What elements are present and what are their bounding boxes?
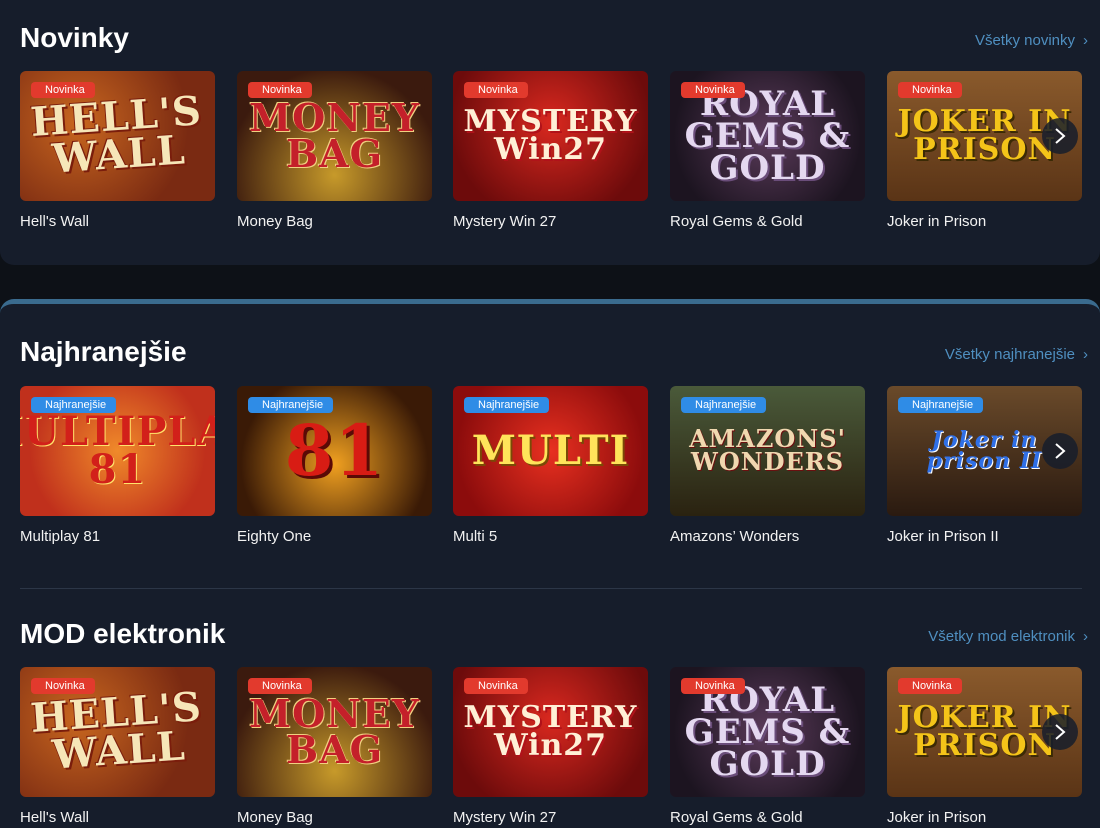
game-card-eighty-one[interactable]: 81 Najhranejšie Eighty One: [237, 386, 432, 545]
see-all-mod-elektronik-link[interactable]: Všetky mod elektronik ›: [928, 628, 1088, 645]
popular-badge: Najhranejšie: [248, 397, 334, 413]
new-badge: Novinka: [681, 82, 745, 98]
section-najhranejsie: Najhranejšie Všetky najhranejšie › MULTI…: [20, 336, 1088, 551]
game-card-hells-wall[interactable]: HELL'S WALL Novinka Hell's Wall: [20, 667, 215, 826]
game-card-mystery-win-27[interactable]: MYSTERY Win27 Novinka Mystery Win 27: [453, 667, 648, 826]
game-thumbnail[interactable]: ROYAL GEMS & GOLD Novinka: [670, 667, 865, 797]
game-thumbnail[interactable]: MULTI Najhranejšie: [453, 386, 648, 516]
game-logo-art: MYSTERY Win27: [463, 103, 638, 167]
new-badge: Novinka: [248, 678, 312, 694]
game-thumbnail[interactable]: MULTIPLAY 81 Najhranejšie: [20, 386, 215, 516]
see-all-label: Všetky novinky: [974, 32, 1075, 49]
section-divider: [20, 588, 1082, 589]
popular-badge: Najhranejšie: [31, 397, 117, 413]
game-logo-art: ROYAL GEMS & GOLD: [684, 83, 851, 189]
carousel-next-button[interactable]: [1042, 118, 1078, 154]
game-title[interactable]: Joker in Prison: [887, 809, 986, 826]
game-title[interactable]: Mystery Win 27: [453, 809, 556, 826]
see-all-label: Všetky najhranejšie: [944, 346, 1075, 363]
new-badge: Novinka: [898, 82, 962, 98]
game-title[interactable]: Mystery Win 27: [453, 213, 556, 230]
popular-badge: Najhranejšie: [464, 397, 550, 413]
game-carousel: MULTIPLAY 81 Najhranejšie Multiplay 81 8…: [20, 386, 1082, 545]
game-logo-art: MONEY BAG: [249, 94, 420, 176]
game-card-royal-gems-gold[interactable]: ROYAL GEMS & GOLD Novinka Royal Gems & G…: [670, 667, 865, 826]
game-logo-art: AMAZONS' WONDERS: [689, 424, 846, 476]
new-badge: Novinka: [681, 678, 745, 694]
game-title[interactable]: Multiplay 81: [20, 528, 100, 545]
section-title: Najhranejšie: [20, 336, 187, 367]
game-title[interactable]: Amazons’ Wonders: [670, 528, 799, 545]
chevron-right-icon: ›: [1083, 628, 1088, 645]
game-logo-art: MULTI: [471, 427, 630, 474]
chevron-right-icon: ›: [1083, 32, 1088, 49]
game-title[interactable]: Hell's Wall: [20, 213, 89, 230]
popular-badge: Najhranejšie: [681, 397, 767, 413]
game-title[interactable]: Money Bag: [237, 213, 313, 230]
game-card-royal-gems-gold[interactable]: ROYAL GEMS & GOLD Novinka Royal Gems & G…: [670, 71, 865, 230]
game-title[interactable]: Joker in Prison: [887, 213, 986, 230]
game-logo-art: 81: [284, 408, 385, 492]
carousel-next-button[interactable]: [1042, 433, 1078, 469]
section-novinky: Novinky Všetky novinky › HELL'S WALL Nov…: [20, 22, 1088, 237]
game-carousel: HELL'S WALL Novinka Hell's Wall MONEY BA…: [20, 71, 1082, 230]
game-thumbnail[interactable]: HELL'S WALL Novinka: [20, 667, 215, 797]
new-badge: Novinka: [464, 678, 528, 694]
popular-badge: Najhranejšie: [898, 397, 984, 413]
game-carousel: HELL'S WALL Novinka Hell's Wall MONEY BA…: [20, 667, 1082, 826]
new-badge: Novinka: [31, 82, 95, 98]
game-card-hells-wall[interactable]: HELL'S WALL Novinka Hell's Wall: [20, 71, 215, 230]
chevron-right-icon: [1055, 443, 1066, 459]
game-card-money-bag[interactable]: MONEY BAG Novinka Money Bag: [237, 667, 432, 826]
game-thumbnail[interactable]: MYSTERY Win27 Novinka: [453, 667, 648, 797]
game-logo-art: HELL'S WALL: [28, 683, 204, 779]
chevron-right-icon: [1055, 128, 1066, 144]
new-badge: Novinka: [898, 678, 962, 694]
game-title[interactable]: Hell's Wall: [20, 809, 89, 826]
see-all-label: Všetky mod elektronik: [928, 628, 1075, 645]
game-logo-art: ROYAL GEMS & GOLD: [684, 679, 851, 785]
game-logo-art: HELL'S WALL: [28, 87, 204, 183]
game-title[interactable]: Royal Gems & Gold: [670, 213, 803, 230]
game-thumbnail[interactable]: 81 Najhranejšie: [237, 386, 432, 516]
see-all-novinky-link[interactable]: Všetky novinky ›: [975, 32, 1088, 49]
game-card-mystery-win-27[interactable]: MYSTERY Win27 Novinka Mystery Win 27: [453, 71, 648, 230]
game-title[interactable]: Joker in Prison II: [887, 528, 999, 545]
game-thumbnail[interactable]: AMAZONS' WONDERS Najhranejšie: [670, 386, 865, 516]
game-card-multiplay-81[interactable]: MULTIPLAY 81 Najhranejšie Multiplay 81: [20, 386, 215, 545]
game-card-multi-5[interactable]: MULTI Najhranejšie Multi 5: [453, 386, 648, 545]
game-logo-art: MONEY BAG: [249, 690, 420, 772]
game-thumbnail[interactable]: MONEY BAG Novinka: [237, 71, 432, 201]
game-thumbnail[interactable]: MONEY BAG Novinka: [237, 667, 432, 797]
game-logo-art: MYSTERY Win27: [463, 699, 638, 763]
chevron-right-icon: ›: [1083, 346, 1088, 363]
game-title[interactable]: Multi 5: [453, 528, 497, 545]
section-title: Novinky: [20, 22, 129, 53]
game-title[interactable]: Eighty One: [237, 528, 311, 545]
game-card-amazons-wonders[interactable]: AMAZONS' WONDERS Najhranejšie Amazons’ W…: [670, 386, 865, 545]
new-badge: Novinka: [464, 82, 528, 98]
section-title: MOD elektronik: [20, 618, 226, 649]
game-thumbnail[interactable]: HELL'S WALL Novinka: [20, 71, 215, 201]
game-title[interactable]: Money Bag: [237, 809, 313, 826]
new-badge: Novinka: [248, 82, 312, 98]
new-badge: Novinka: [31, 678, 95, 694]
game-thumbnail[interactable]: ROYAL GEMS & GOLD Novinka: [670, 71, 865, 201]
game-logo-art: MULTIPLAY 81: [20, 408, 215, 493]
carousel-next-button[interactable]: [1042, 714, 1078, 750]
game-card-money-bag[interactable]: MONEY BAG Novinka Money Bag: [237, 71, 432, 230]
game-title[interactable]: Royal Gems & Gold: [670, 809, 803, 826]
section-mod-elektronik: MOD elektronik Všetky mod elektronik › H…: [20, 618, 1088, 828]
chevron-right-icon: [1055, 724, 1066, 740]
see-all-najhranejsie-link[interactable]: Všetky najhranejšie ›: [945, 346, 1088, 363]
game-thumbnail[interactable]: MYSTERY Win27 Novinka: [453, 71, 648, 201]
